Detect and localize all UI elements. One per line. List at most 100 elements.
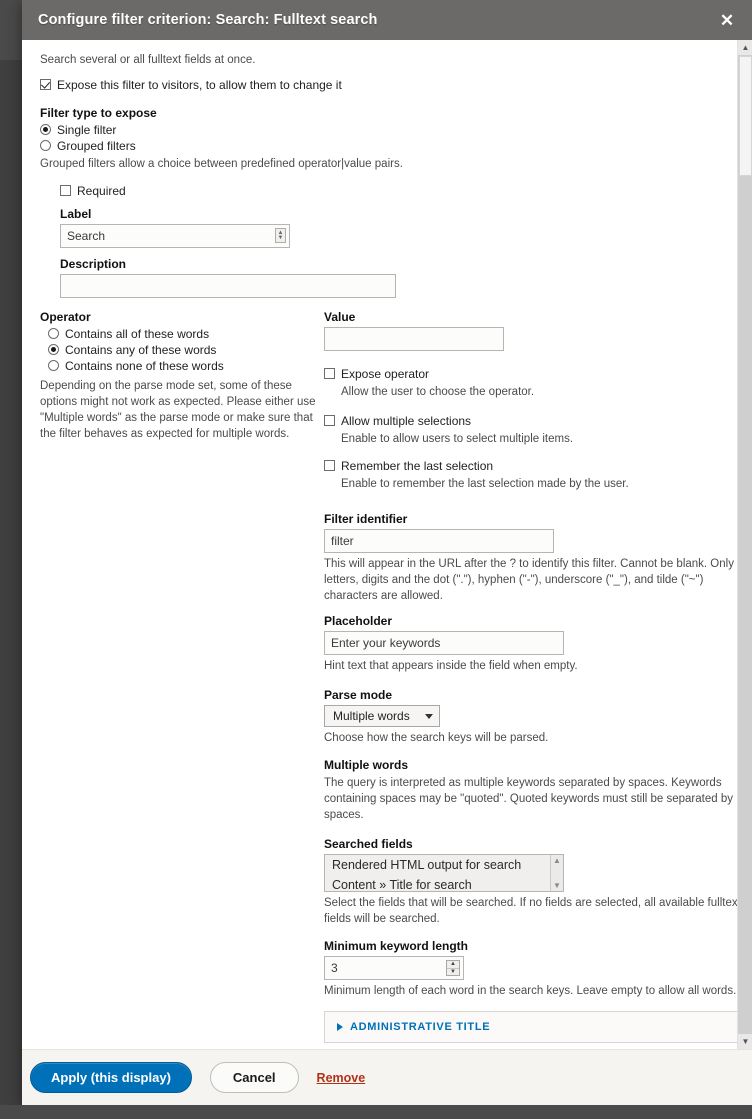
description-field-group: Description	[60, 257, 719, 298]
remember-last-label: Remember the last selection	[341, 459, 494, 473]
modal-title: Configure filter criterion: Search: Full…	[38, 12, 378, 28]
apply-button[interactable]: Apply (this display)	[30, 1062, 192, 1093]
autogrow-handle-icon[interactable]: ▲ ▼	[275, 228, 286, 243]
operator-option-all[interactable]: Contains all of these words	[48, 327, 322, 341]
expose-operator-group: Expose operator Allow the user to choose…	[324, 367, 737, 400]
remember-last-group: Remember the last selection Enable to re…	[324, 459, 737, 492]
modal-footer: Apply (this display) Cancel Remove	[22, 1049, 752, 1105]
operator-hint: Depending on the parse mode set, some of…	[40, 380, 316, 440]
administrative-title-details[interactable]: ADMINISTRATIVE TITLE	[324, 1011, 737, 1043]
operator-none-label: Contains none of these words	[65, 359, 224, 373]
minimum-keyword-length-hint: Minimum length of each word in the searc…	[324, 985, 737, 997]
scrollbar-thumb[interactable]	[739, 56, 752, 176]
expose-operator-row[interactable]: Expose operator	[324, 367, 737, 381]
parse-mode-group: Parse mode Multiple words Choose how the…	[324, 688, 737, 823]
parse-mode-heading: Parse mode	[324, 688, 393, 702]
searched-fields-hint: Select the fields that will be searched.…	[324, 897, 737, 925]
intro-text: Search several or all fulltext fields at…	[40, 54, 256, 66]
operator-any-label: Contains any of these words	[65, 343, 217, 357]
allow-multiple-checkbox[interactable]	[324, 415, 335, 426]
operator-all-radio[interactable]	[48, 328, 59, 339]
placeholder-heading: Placeholder	[324, 614, 393, 628]
operator-heading: Operator	[40, 310, 91, 324]
searched-fields-heading: Searched fields	[324, 837, 413, 851]
placeholder-group: Placeholder Hint text that appears insid…	[324, 614, 737, 674]
operator-any-radio[interactable]	[48, 344, 59, 355]
remove-link[interactable]: Remove	[317, 1071, 366, 1085]
filter-identifier-input[interactable]	[324, 529, 554, 553]
filter-type-hint: Grouped filters allow a choice between p…	[40, 158, 403, 170]
stepper-up-icon[interactable]: ▲	[447, 961, 459, 969]
list-item[interactable]: Content » Title for search	[325, 875, 563, 891]
filter-identifier-group: Filter identifier This will appear in th…	[324, 512, 737, 604]
modal-scroll-content: Search several or all fulltext fields at…	[22, 40, 737, 1049]
remember-last-checkbox[interactable]	[324, 460, 335, 471]
expose-filter-checkbox-row[interactable]: Expose this filter to visitors, to allow…	[40, 78, 719, 92]
triangle-right-icon	[337, 1023, 343, 1031]
expose-filter-checkbox[interactable]	[40, 79, 51, 90]
grouped-filters-label: Grouped filters	[57, 139, 136, 153]
expose-operator-checkbox[interactable]	[324, 368, 335, 379]
parse-mode-hint: Choose how the search keys will be parse…	[324, 732, 549, 744]
operator-none-radio[interactable]	[48, 360, 59, 371]
modal-scrollbar[interactable]: ▲ ▼	[737, 40, 752, 1049]
filter-type-section: Filter type to expose Single filter Grou…	[40, 106, 719, 172]
allow-multiple-hint: Enable to allow users to select multiple…	[341, 433, 574, 445]
value-column: Value Expose operator Allow the user to …	[322, 310, 737, 1043]
label-input[interactable]	[60, 224, 290, 248]
filter-type-heading: Filter type to expose	[40, 106, 157, 120]
parse-mode-detail-text: The query is interpreted as multiple key…	[324, 777, 733, 821]
operator-option-any[interactable]: Contains any of these words	[48, 343, 322, 357]
parse-mode-select[interactable]: Multiple words	[324, 705, 440, 727]
list-item[interactable]: Rendered HTML output for search	[325, 855, 563, 875]
single-filter-radio[interactable]	[40, 124, 51, 135]
expose-operator-label: Expose operator	[341, 367, 430, 381]
filter-identifier-hint: This will appear in the URL after the ? …	[324, 558, 734, 602]
searched-fields-listbox[interactable]: Rendered HTML output for search Content …	[324, 854, 564, 892]
required-checkbox-row[interactable]: Required	[60, 184, 719, 198]
label-input-wrapper: ▲▼	[60, 224, 290, 248]
background-left-strip	[0, 60, 22, 1119]
chevron-down-icon[interactable]: ▼	[553, 881, 561, 890]
allow-multiple-group: Allow multiple selections Enable to allo…	[324, 414, 737, 447]
chevron-down-icon	[425, 713, 433, 719]
operator-option-none[interactable]: Contains none of these words	[48, 359, 322, 373]
quantity-stepper[interactable]: ▲ ▼	[446, 960, 460, 976]
remember-last-row[interactable]: Remember the last selection	[324, 459, 737, 473]
value-heading: Value	[324, 310, 356, 324]
expose-filter-label: Expose this filter to visitors, to allow…	[57, 78, 342, 92]
close-icon[interactable]: ✕	[716, 9, 738, 31]
scroll-up-icon[interactable]: ▲	[738, 40, 752, 55]
placeholder-input[interactable]	[324, 631, 564, 655]
configure-filter-modal: Configure filter criterion: Search: Full…	[22, 0, 752, 1105]
minimum-keyword-length-heading: Minimum keyword length	[324, 939, 469, 953]
operator-options: Contains all of these words Contains any…	[48, 327, 322, 373]
administrative-title-summary[interactable]: ADMINISTRATIVE TITLE	[337, 1021, 729, 1033]
scroll-down-icon[interactable]: ▼	[738, 1034, 752, 1049]
modal-body: Search several or all fulltext fields at…	[22, 40, 752, 1049]
expose-operator-hint: Allow the user to choose the operator.	[341, 386, 535, 398]
filter-type-option-single[interactable]: Single filter	[40, 123, 719, 137]
operator-column: Operator Contains all of these words Con…	[40, 310, 322, 1043]
parse-mode-detail-heading: Multiple words	[324, 758, 408, 772]
value-input[interactable]	[324, 327, 504, 351]
minimum-keyword-length-wrapper: ▲ ▼	[324, 956, 464, 980]
grouped-filters-radio[interactable]	[40, 140, 51, 151]
operator-value-columns: Operator Contains all of these words Con…	[40, 310, 737, 1043]
searched-fields-group: Searched fields Rendered HTML output for…	[324, 837, 737, 927]
placeholder-hint: Hint text that appears inside the field …	[324, 660, 578, 672]
cancel-button[interactable]: Cancel	[209, 1062, 299, 1093]
minimum-keyword-length-group: Minimum keyword length ▲ ▼ Minimum lengt…	[324, 939, 737, 999]
filter-type-option-grouped[interactable]: Grouped filters	[40, 139, 719, 153]
listbox-scrollbar[interactable]: ▲ ▼	[550, 855, 563, 891]
minimum-keyword-length-input[interactable]	[324, 956, 464, 980]
parse-mode-selected-value: Multiple words	[333, 709, 410, 723]
allow-multiple-row[interactable]: Allow multiple selections	[324, 414, 737, 428]
required-checkbox[interactable]	[60, 185, 71, 196]
stepper-down-icon[interactable]: ▼	[447, 969, 459, 976]
chevron-up-icon[interactable]: ▲	[553, 856, 561, 865]
remember-last-hint: Enable to remember the last selection ma…	[341, 478, 629, 490]
description-input[interactable]	[60, 274, 396, 298]
administrative-title-label: ADMINISTRATIVE TITLE	[350, 1021, 491, 1033]
description-field-heading: Description	[60, 257, 127, 271]
